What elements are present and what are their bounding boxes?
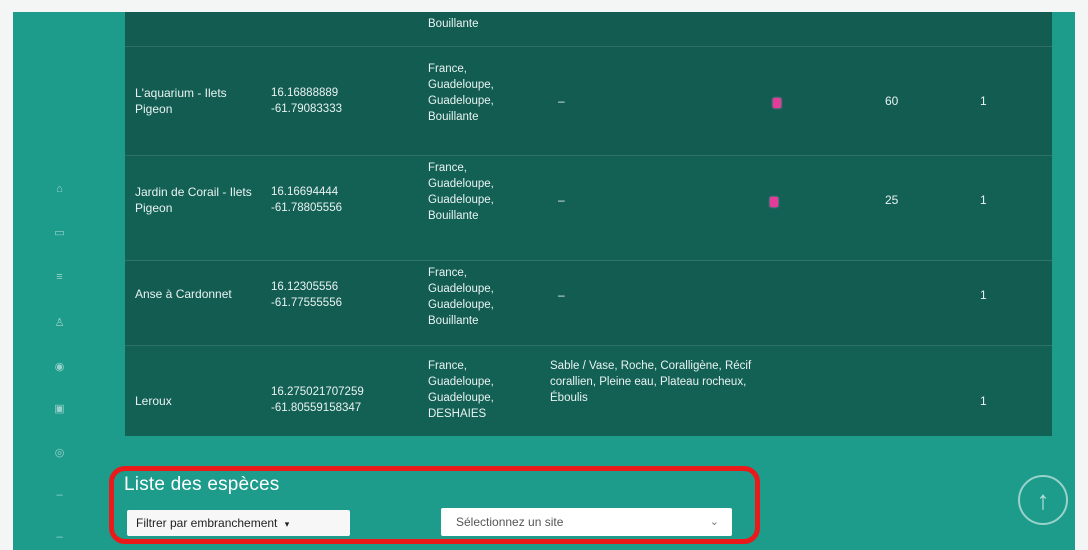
latitude-cell: 16.275021707259 bbox=[271, 386, 364, 398]
phylum-filter-button[interactable]: Filtrer par embranchement ▾ bbox=[127, 510, 350, 536]
table-row[interactable]: Leroux 16.275021707259 -61.80559158347 F… bbox=[125, 346, 1052, 436]
home-icon[interactable]: ⌂ bbox=[53, 183, 66, 196]
habitat-cell: – bbox=[558, 193, 565, 207]
table-row[interactable]: L'aquarium - Ilets Pigeon 16.16888889 -6… bbox=[125, 47, 1052, 156]
count-cell: 1 bbox=[980, 394, 987, 408]
latitude-cell: 16.12305556 bbox=[271, 281, 339, 293]
latitude-cell: 16.16888889 bbox=[271, 87, 339, 99]
site-name-cell[interactable]: Jardin de Corail - Ilets Pigeon bbox=[135, 184, 263, 216]
category-badge bbox=[773, 98, 781, 108]
table-row-partial: Bouillante bbox=[125, 12, 1052, 47]
site-name-cell[interactable]: L'aquarium - Ilets Pigeon bbox=[135, 85, 255, 117]
depth-cell: 25 bbox=[885, 193, 899, 207]
longitude-cell: -61.78805556 bbox=[271, 202, 342, 214]
scroll-to-top-button[interactable]: ↑ bbox=[1018, 475, 1068, 525]
list-icon[interactable]: ≡ bbox=[53, 271, 66, 284]
site-name-cell[interactable]: Anse à Cardonnet bbox=[135, 286, 265, 302]
country-cell: France, Guadeloupe, Guadeloupe, Bouillan… bbox=[428, 267, 494, 327]
table-row[interactable]: Anse à Cardonnet 16.12305556 -61.7755555… bbox=[125, 261, 1052, 346]
country-cell: France, Guadeloupe, Guadeloupe, DESHAIES bbox=[428, 360, 494, 420]
chat-icon[interactable]: ▭ bbox=[53, 227, 66, 240]
longitude-cell: -61.79083333 bbox=[271, 103, 342, 115]
filter-label: Filtrer par embranchement bbox=[136, 516, 278, 530]
eye-icon[interactable]: ◉ bbox=[53, 361, 66, 374]
count-cell: 1 bbox=[980, 288, 987, 302]
image-icon[interactable]: ▣ bbox=[53, 403, 66, 416]
site-select[interactable]: Sélectionnez un site ⌄ bbox=[441, 508, 732, 536]
globe-icon[interactable]: ◎ bbox=[53, 447, 66, 460]
habitat-cell: – bbox=[558, 288, 565, 302]
country-cell: Bouillante bbox=[428, 18, 479, 30]
longitude-cell: -61.80559158347 bbox=[271, 402, 362, 414]
country-cell: France, Guadeloupe, Guadeloupe, Bouillan… bbox=[428, 63, 494, 123]
longitude-cell: -61.77555556 bbox=[271, 297, 342, 309]
menu-icon[interactable]: – bbox=[53, 489, 66, 502]
habitat-cell: – bbox=[558, 94, 565, 108]
count-cell: 1 bbox=[980, 94, 987, 108]
arrow-up-icon: ↑ bbox=[1036, 485, 1050, 515]
depth-cell: 60 bbox=[885, 94, 899, 108]
site-select-placeholder: Sélectionnez un site bbox=[456, 515, 564, 529]
site-name-cell[interactable]: Leroux bbox=[135, 393, 172, 409]
count-cell: 1 bbox=[980, 193, 987, 207]
table-row[interactable]: Jardin de Corail - Ilets Pigeon 16.16694… bbox=[125, 156, 1052, 261]
category-badge bbox=[770, 197, 778, 207]
user-icon[interactable]: ♙ bbox=[53, 317, 66, 330]
country-cell: France, Guadeloupe, Guadeloupe, Bouillan… bbox=[428, 162, 494, 222]
habitat-cell: Sable / Vase, Roche, Coralligène, Récif … bbox=[550, 360, 752, 404]
latitude-cell: 16.16694444 bbox=[271, 186, 339, 198]
species-list-title: Liste des espèces bbox=[124, 474, 280, 495]
chevron-down-icon: ⌄ bbox=[709, 516, 719, 528]
caret-down-icon: ▾ bbox=[284, 519, 290, 529]
more-icon[interactable]: – bbox=[53, 531, 66, 544]
sites-table: Bouillante L'aquarium - Ilets Pigeon 16.… bbox=[125, 12, 1052, 436]
